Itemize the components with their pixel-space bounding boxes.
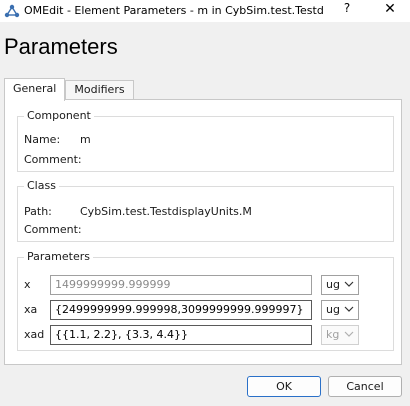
general-tab-panel: Component Name: m Comment: Class Path: C… xyxy=(4,99,402,365)
parameters-group-title: Parameters xyxy=(24,250,93,263)
component-group-title: Component xyxy=(24,109,94,122)
unit-select-x-value: ug xyxy=(326,278,340,291)
cancel-button[interactable]: Cancel xyxy=(328,376,402,397)
omedit-app-icon xyxy=(4,4,20,18)
class-comment-label: Comment: xyxy=(24,223,82,236)
tab-bar: General Modifiers xyxy=(4,78,134,101)
component-comment-label: Comment: xyxy=(24,153,82,166)
unit-select-xad-value: kg xyxy=(326,328,340,341)
component-group: Component Name: m Comment: xyxy=(17,109,394,172)
component-name-value: m xyxy=(80,133,91,146)
parameters-group: Parameters x 1499999999.999999 ug xa {24… xyxy=(17,250,394,351)
unit-select-xa-value: ug xyxy=(326,303,340,316)
param-label-xad: xad xyxy=(24,328,45,341)
class-path-label: Path: xyxy=(24,205,52,218)
param-input-xad[interactable]: {{1.1, 2.2}, {3.3, 4.4}} xyxy=(50,325,312,345)
close-button[interactable]: ✕ xyxy=(380,1,400,21)
class-group: Class Path: CybSim.test.TestdisplayUnits… xyxy=(17,179,394,242)
page-title: Parameters xyxy=(4,34,118,59)
unit-select-xad: kg xyxy=(321,325,359,345)
class-path-value: CybSim.test.TestdisplayUnits.M xyxy=(80,205,252,218)
chevron-down-icon xyxy=(344,281,354,287)
chevron-down-icon xyxy=(344,331,354,337)
title-bar: OMEdit - Element Parameters - m in CybSi… xyxy=(0,0,410,22)
param-label-x: x xyxy=(24,278,31,291)
param-input-xa[interactable]: {2499999999.999998,3099999999.999997} xyxy=(50,300,312,320)
tab-general[interactable]: General xyxy=(4,78,66,101)
class-group-title: Class xyxy=(24,179,59,192)
unit-select-xa[interactable]: ug xyxy=(321,300,359,320)
unit-select-x[interactable]: ug xyxy=(321,275,359,295)
param-input-x[interactable]: 1499999999.999999 xyxy=(50,275,312,295)
component-name-label: Name: xyxy=(24,133,61,146)
chevron-down-icon xyxy=(344,306,354,312)
window-title: OMEdit - Element Parameters - m in CybSi… xyxy=(24,4,324,17)
tab-modifiers[interactable]: Modifiers xyxy=(65,80,134,100)
param-label-xa: xa xyxy=(24,303,38,316)
ok-button[interactable]: OK xyxy=(247,376,321,397)
help-button[interactable]: ? xyxy=(340,1,354,21)
